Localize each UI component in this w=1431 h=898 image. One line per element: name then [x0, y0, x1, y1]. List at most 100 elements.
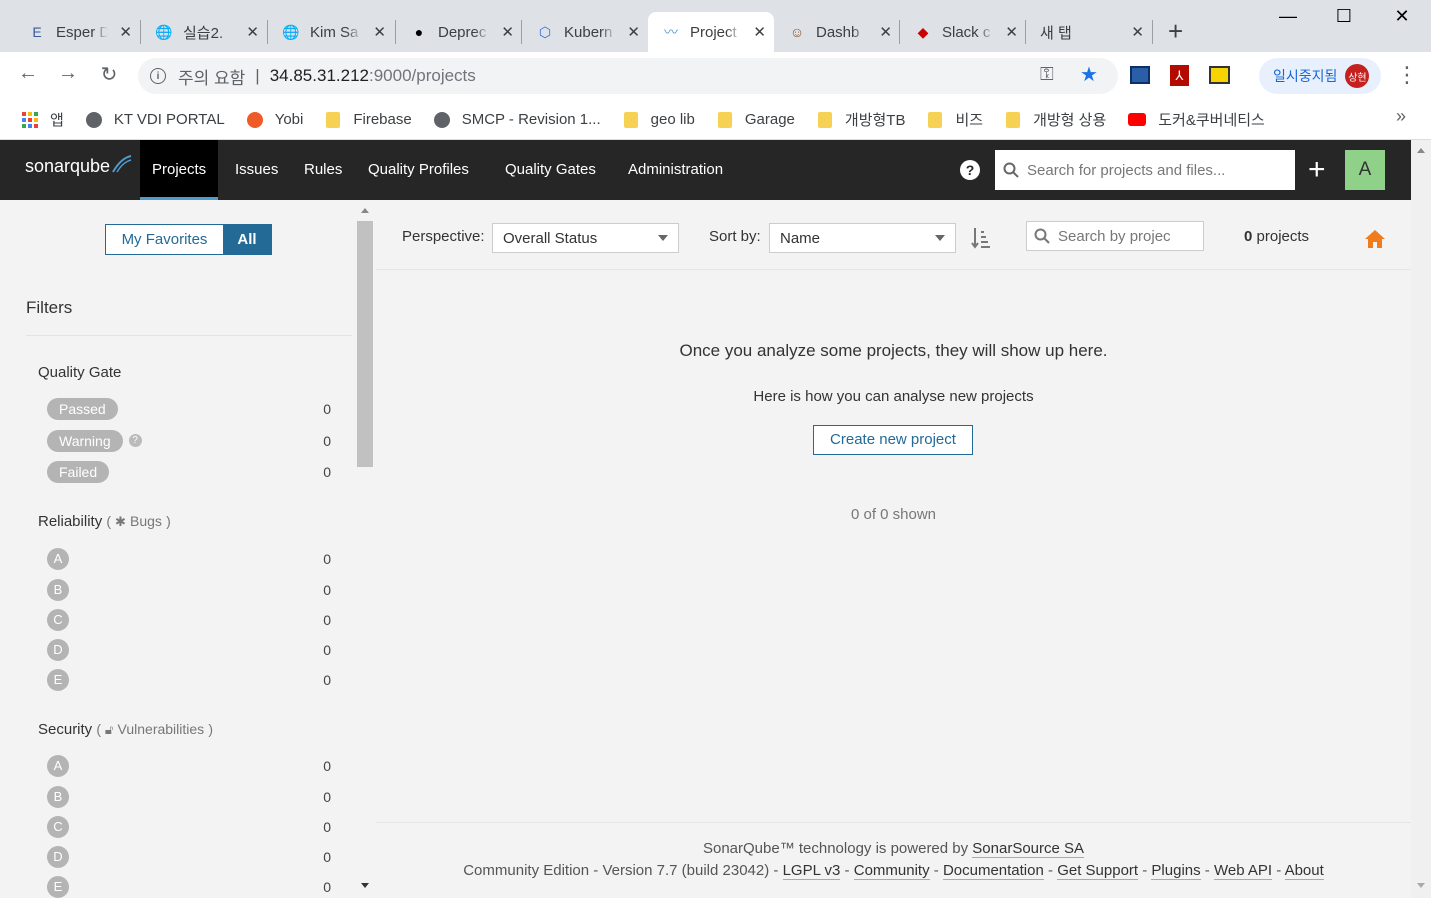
browser-tab[interactable]: E Esper D ✕ [14, 12, 140, 52]
star-icon[interactable]: ★ [1080, 62, 1098, 87]
filter-option[interactable]: B0 [47, 784, 337, 809]
sort-select[interactable]: Name [769, 223, 956, 253]
bookmark-item[interactable]: Garage [717, 111, 795, 128]
filter-option[interactable]: Failed 0 [47, 459, 337, 484]
browser-tab[interactable]: 🌐 Kim Sa ✕ [268, 12, 394, 52]
vulnerabilities-label: Vulnerabilities [117, 721, 205, 737]
tab-close-icon[interactable]: ✕ [879, 23, 892, 41]
tab-close-icon[interactable]: ✕ [1131, 23, 1144, 41]
tab-close-icon[interactable]: ✕ [501, 23, 514, 41]
tab-separator [267, 20, 268, 44]
filter-option[interactable]: Passed 0 [47, 396, 337, 421]
filter-count: 0 [323, 788, 331, 805]
browser-tab[interactable]: 〰 Project ✕ [648, 12, 774, 52]
bookmark-item[interactable]: 도커&쿠버네티스 [1128, 109, 1265, 130]
my-favorites-button[interactable]: My Favorites [106, 225, 223, 254]
tab-close-icon[interactable]: ✕ [753, 23, 766, 41]
close-window-button[interactable]: ✕ [1382, 6, 1422, 27]
bookmark-item[interactable]: 개방형TB [817, 109, 905, 130]
sidebar-scroll-thumb[interactable] [357, 221, 373, 467]
license-link[interactable]: LGPL v3 [782, 862, 841, 880]
nav-quality-profiles[interactable]: Quality Profiles [368, 140, 469, 200]
page-scrollbar[interactable] [1411, 140, 1431, 898]
address-bar[interactable]: i 주의 요함 | 34.85.31.212 :9000/projects [138, 58, 1118, 94]
footer-link-get-support[interactable]: Get Support [1057, 862, 1139, 880]
filter-option[interactable]: A0 [47, 546, 337, 571]
create-new-project-button[interactable]: Create new project [813, 425, 973, 455]
perspective-select[interactable]: Overall Status [492, 223, 679, 253]
footer-link-about[interactable]: About [1284, 862, 1324, 880]
filter-option[interactable]: A0 [47, 753, 337, 778]
nav-rules[interactable]: Rules [304, 140, 342, 200]
bugs-label: Bugs [130, 513, 162, 529]
bookmark-item[interactable]: SMCP - Revision 1... [433, 111, 601, 128]
user-avatar[interactable]: A [1345, 150, 1385, 190]
browser-tab[interactable]: 새 탭 ✕ [1026, 12, 1152, 52]
security-status[interactable]: 주의 요함 [178, 64, 245, 89]
sort-order-icon[interactable] [971, 226, 991, 250]
tab-close-icon[interactable]: ✕ [1005, 23, 1018, 41]
footer-link-documentation[interactable]: Documentation [942, 862, 1044, 880]
bookmark-item[interactable]: geo lib [623, 111, 695, 128]
info-icon[interactable]: i [150, 68, 166, 84]
sonarsource-link[interactable]: SonarSource SA [972, 840, 1085, 858]
new-tab-button[interactable]: + [1168, 16, 1183, 47]
footer-link-plugins[interactable]: Plugins [1151, 862, 1201, 880]
scroll-up-arrow[interactable] [361, 208, 369, 213]
minimize-button[interactable]: — [1268, 6, 1308, 27]
tab-close-icon[interactable]: ✕ [119, 23, 132, 41]
scroll-down-arrow[interactable] [1417, 883, 1425, 888]
filter-option[interactable]: E0 [47, 874, 337, 898]
key-icon[interactable]: ⚿ [1040, 64, 1054, 85]
global-search-input[interactable]: Search for projects and files... [995, 150, 1295, 190]
tab-close-icon[interactable]: ✕ [627, 23, 640, 41]
extension-stats-icon[interactable] [1130, 66, 1150, 84]
filter-option[interactable]: C0 [47, 814, 337, 839]
project-search-input[interactable]: Search by projec [1026, 221, 1204, 251]
footer-link-web-api[interactable]: Web API [1213, 862, 1273, 880]
sonarqube-logo[interactable]: sonarqube [25, 155, 132, 177]
bookmark-item[interactable]: 개방형 상용 [1005, 109, 1106, 130]
tab-close-icon[interactable]: ✕ [373, 23, 386, 41]
scroll-down-arrow[interactable] [361, 883, 369, 888]
sidebar-scrollbar[interactable] [356, 206, 374, 898]
create-plus-button[interactable]: + [1308, 150, 1326, 190]
forward-button[interactable]: → [54, 62, 82, 85]
nav-projects[interactable]: Projects [140, 140, 219, 200]
browser-menu-icon[interactable]: ⋮ [1396, 62, 1418, 88]
profile-button[interactable]: 일시중지됨 상현 [1259, 58, 1381, 94]
nav-administration[interactable]: Administration [628, 140, 723, 200]
filter-option[interactable]: D0 [47, 637, 337, 662]
all-button[interactable]: All [223, 225, 271, 254]
filter-option[interactable]: D0 [47, 844, 337, 869]
browser-tab[interactable]: ⬡ Kubern ✕ [522, 12, 648, 52]
back-button[interactable]: ← [14, 62, 42, 85]
browser-tab[interactable]: 🌐 실습2. ✕ [141, 12, 267, 52]
filter-option[interactable]: C0 [47, 607, 337, 632]
filter-option[interactable]: E0 [47, 667, 337, 692]
filter-option[interactable]: B0 [47, 577, 337, 602]
bookmarks-overflow-button[interactable]: » [1396, 106, 1406, 127]
bookmark-item[interactable]: KT VDI PORTAL [85, 111, 225, 128]
tab-close-icon[interactable]: ✕ [246, 23, 259, 41]
bookmark-item[interactable]: Yobi [246, 111, 303, 128]
bookmark-item[interactable]: 비즈 [927, 109, 983, 130]
extension-icon[interactable] [1209, 66, 1230, 84]
bookmark-item[interactable]: 앱 [22, 109, 64, 130]
scroll-up-arrow[interactable] [1417, 148, 1425, 153]
browser-tab[interactable]: ☺ Dashb ✕ [774, 12, 900, 52]
help-icon[interactable]: ? [960, 160, 980, 180]
maximize-button[interactable]: ☐ [1324, 6, 1364, 27]
nav-quality-gates[interactable]: Quality Gates [505, 140, 596, 200]
help-icon[interactable]: ? [128, 434, 142, 447]
reload-button[interactable]: ↻ [95, 62, 123, 87]
browser-tab[interactable]: ● Deprec ✕ [396, 12, 522, 52]
security-title: Security ( 🔓︎ Vulnerabilities ) [38, 721, 213, 738]
home-icon[interactable] [1364, 229, 1386, 249]
browser-tab[interactable]: ◆ Slack c ✕ [900, 12, 1026, 52]
nav-issues[interactable]: Issues [235, 140, 278, 200]
bookmark-item[interactable]: Firebase [325, 111, 412, 128]
pdf-extension-icon[interactable]: ⅄ [1170, 65, 1189, 86]
footer-link-community[interactable]: Community [853, 862, 930, 880]
filter-option[interactable]: Warning? 0 [47, 428, 337, 453]
